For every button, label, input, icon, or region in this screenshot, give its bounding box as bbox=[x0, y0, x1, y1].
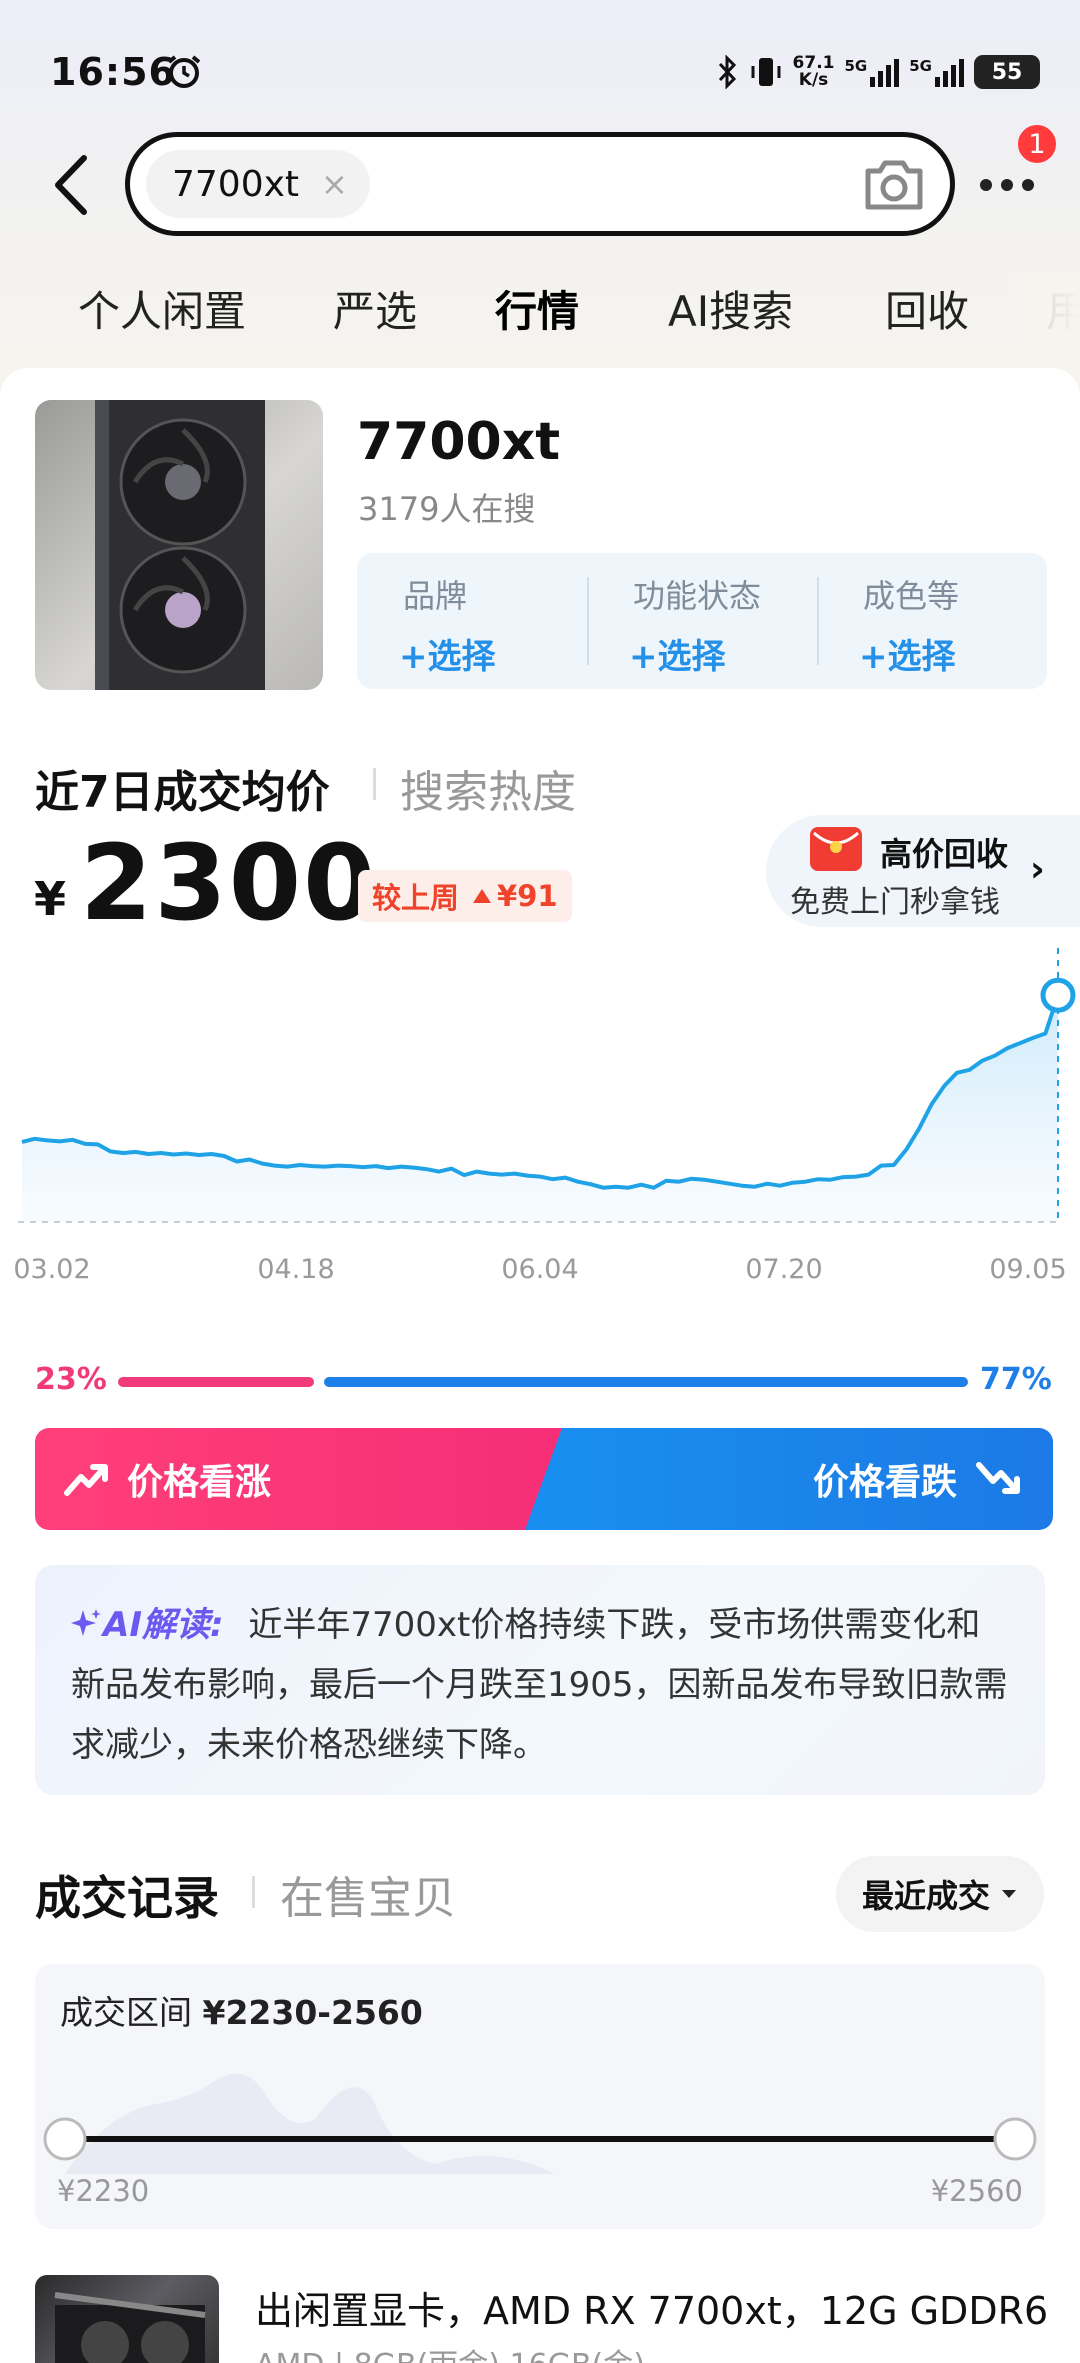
vote-up-button[interactable]: 价格看涨 bbox=[35, 1428, 565, 1530]
records-tab-divider bbox=[252, 1876, 255, 1908]
tabs-fade bbox=[990, 272, 1080, 346]
signal-1: 5G bbox=[845, 57, 900, 87]
recycle-card[interactable]: 高价回收 免费上门秒拿钱 › bbox=[766, 815, 1080, 927]
tab-market[interactable]: 行情 bbox=[492, 278, 582, 339]
signal-1-label: 5G bbox=[844, 57, 868, 75]
filter-brand[interactable]: 品牌 +选择 bbox=[357, 571, 557, 678]
filter-brand-label: 品牌 bbox=[403, 577, 468, 615]
status-bar: 16:56 67.1 K/s 5G 5G 55 bbox=[0, 0, 1080, 140]
arrow-up-icon bbox=[473, 889, 492, 903]
price-range-min: ¥2230 bbox=[57, 2174, 150, 2208]
range-distribution bbox=[65, 2073, 555, 2174]
price-change-badge: 较上周 ¥91 bbox=[358, 870, 572, 922]
tab-transaction-records[interactable]: 成交记录 bbox=[33, 1862, 221, 1928]
tab-ai-search[interactable]: AI搜索 bbox=[668, 278, 793, 339]
filter-box: 品牌 +选择 功能状态 +选择 成色等 +选择 bbox=[357, 553, 1047, 689]
price-range-max: ¥2560 bbox=[930, 2174, 1023, 2208]
camera-icon[interactable] bbox=[862, 155, 926, 213]
red-envelope-icon bbox=[810, 827, 862, 871]
range-handle-min[interactable] bbox=[43, 2117, 87, 2161]
notification-badge: 1 bbox=[1015, 122, 1059, 166]
filter-function[interactable]: 功能状态 +选择 bbox=[587, 571, 787, 678]
signal-2-label: 5G bbox=[909, 57, 932, 75]
chart-x-tick-label: 06.04 bbox=[501, 1254, 578, 1285]
trend-up-icon bbox=[64, 1464, 108, 1496]
net-speed: 67.1 K/s bbox=[793, 55, 835, 89]
recycle-title: 高价回收 bbox=[880, 835, 1009, 873]
listing-meta: AMD | 8GB(両金) 16GB(金) bbox=[255, 2340, 645, 2363]
price-tab-divider bbox=[373, 768, 376, 800]
battery-indicator: 55 bbox=[974, 55, 1054, 89]
vote-up-percent: 23% bbox=[35, 1362, 107, 1397]
signal-2: 5G bbox=[909, 57, 964, 87]
vote-down-percent: 77% bbox=[980, 1362, 1052, 1397]
price-range-slider[interactable] bbox=[35, 2024, 1045, 2174]
vote-down-bar bbox=[324, 1377, 968, 1387]
filter-function-select[interactable]: +选择 bbox=[587, 629, 787, 678]
filter-brand-select[interactable]: +选择 bbox=[357, 629, 557, 678]
gpu-image-icon bbox=[95, 400, 265, 690]
recycle-subtitle: 免费上门秒拿钱 bbox=[790, 885, 1000, 920]
chart-x-tick-label: 07.20 bbox=[745, 1254, 822, 1285]
price-currency: ¥ bbox=[34, 872, 67, 926]
product-image bbox=[35, 400, 323, 690]
tab-selected[interactable]: 严选 bbox=[333, 278, 417, 339]
price-chart[interactable]: 03.02 04.18 06.04 07.20 09.05 bbox=[0, 940, 1080, 1300]
status-indicators: 67.1 K/s 5G 5G 55 bbox=[717, 52, 1054, 92]
listing-title[interactable]: 出闲置显卡，AMD RX 7700xt，12G GDDR6 bbox=[255, 2280, 1055, 2335]
filter-condition-label: 成色等 bbox=[863, 577, 960, 615]
caret-down-icon bbox=[1002, 1890, 1016, 1898]
price-value: 2300 bbox=[80, 822, 378, 944]
vote-down-button[interactable]: 价格看跌 bbox=[525, 1428, 1053, 1530]
tab-personal-idle[interactable]: 个人闲置 bbox=[78, 278, 246, 339]
bluetooth-icon bbox=[718, 55, 736, 89]
chevron-right-icon: › bbox=[1030, 849, 1045, 890]
signal-bars-icon bbox=[935, 59, 964, 87]
range-handle-max[interactable] bbox=[993, 2117, 1037, 2161]
chart-x-tick-label: 09.05 bbox=[989, 1254, 1066, 1285]
price-range-box: 成交区间 ¥2230-2560 ¥2230 ¥2560 bbox=[35, 1964, 1045, 2229]
tab-recycle[interactable]: 回收 bbox=[885, 278, 969, 339]
vote-up-label: 价格看涨 bbox=[127, 1462, 272, 1503]
price-change-value: ¥91 bbox=[497, 879, 558, 913]
sparkle-icon bbox=[71, 1609, 101, 1636]
search-box[interactable]: 7700xt × bbox=[125, 132, 955, 236]
back-button[interactable] bbox=[48, 150, 96, 220]
filter-function-label: 功能状态 bbox=[633, 577, 762, 615]
alarm-icon bbox=[167, 55, 201, 88]
vote-up-bar bbox=[118, 1377, 314, 1387]
sort-dropdown[interactable]: 最近成交 bbox=[836, 1856, 1044, 1932]
clear-query-icon[interactable]: × bbox=[321, 165, 348, 203]
ai-analysis-box: AI解读: 近半年7700xt价格持续下跌，受市场供需变化和新品发布影响，最后一… bbox=[35, 1565, 1045, 1795]
vote-down-label: 价格看跌 bbox=[812, 1462, 957, 1503]
chart-x-ticks: 03.02 04.18 06.04 07.20 09.05 bbox=[13, 1254, 1066, 1285]
listing-thumbnail-icon bbox=[54, 2292, 206, 2363]
ai-label: AI解读: bbox=[103, 1605, 224, 1645]
tab-avg-price[interactable]: 近7日成交均价 bbox=[33, 756, 332, 820]
product-title: 7700xt bbox=[357, 412, 561, 472]
sort-label: 最近成交 bbox=[861, 1877, 990, 1915]
chart-x-tick-label: 04.18 bbox=[257, 1254, 334, 1285]
tab-search-heat[interactable]: 搜索热度 bbox=[400, 756, 576, 820]
trend-down-icon bbox=[976, 1462, 1020, 1494]
filter-condition[interactable]: 成色等 +选择 bbox=[817, 571, 1017, 678]
status-time: 16:56 bbox=[50, 50, 176, 94]
category-tabs: 个人闲置 严选 行情 AI搜索 回收 用 bbox=[0, 272, 1080, 346]
search-query: 7700xt bbox=[172, 163, 300, 205]
vibrate-icon bbox=[751, 58, 781, 86]
chart-area-fill bbox=[22, 995, 1058, 1222]
product-search-count: 3179人在搜 bbox=[358, 490, 536, 528]
tab-on-sale[interactable]: 在售宝贝 bbox=[280, 1862, 456, 1926]
more-button[interactable] bbox=[974, 165, 1040, 205]
chart-current-point[interactable] bbox=[1040, 977, 1076, 1013]
net-speed-unit: K/s bbox=[798, 70, 829, 90]
price-change-label: 较上周 bbox=[372, 881, 460, 915]
search-query-chip[interactable]: 7700xt × bbox=[146, 150, 370, 218]
filter-condition-select[interactable]: +选择 bbox=[817, 629, 1017, 678]
listing-image[interactable] bbox=[35, 2275, 219, 2363]
chart-x-tick-label: 03.02 bbox=[13, 1254, 90, 1285]
signal-bars-icon bbox=[870, 59, 900, 87]
